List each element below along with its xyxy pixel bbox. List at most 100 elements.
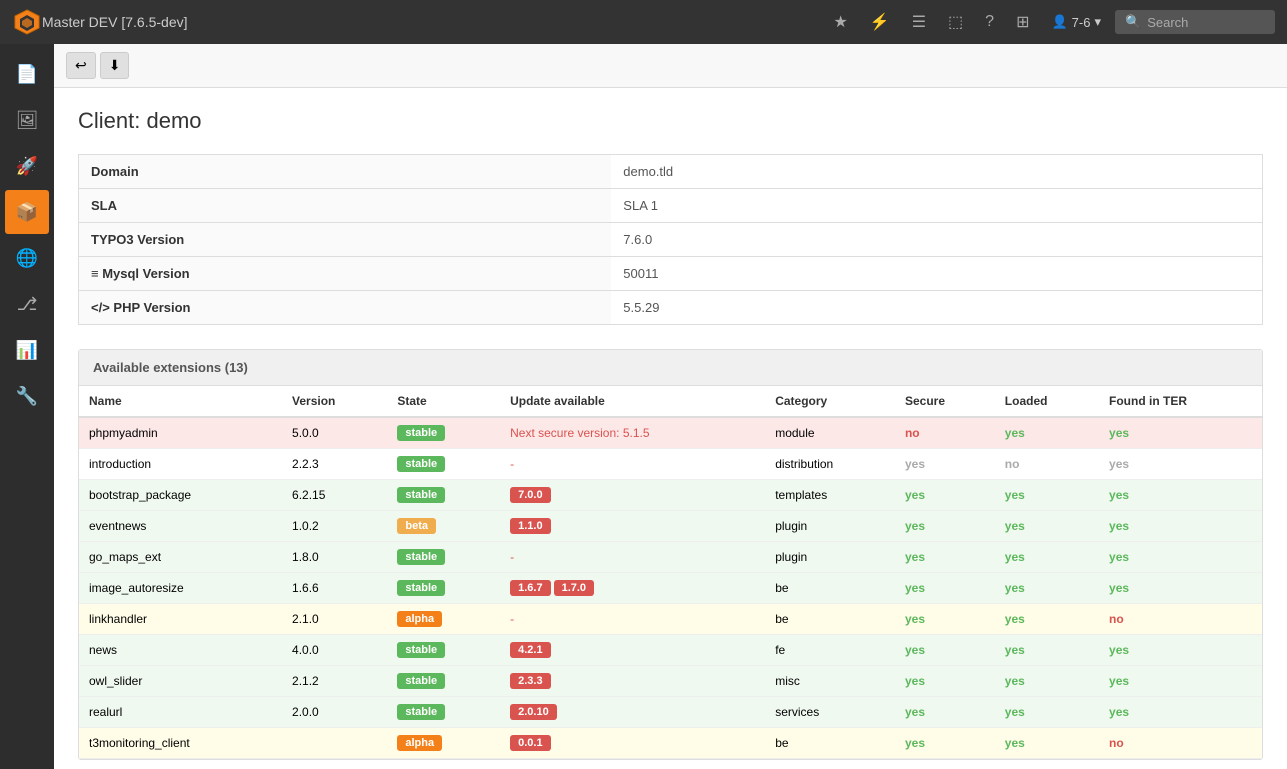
ext-category: templates	[765, 480, 895, 511]
state-badge: stable	[397, 642, 445, 658]
ext-name: image_autoresize	[79, 573, 282, 604]
download-button[interactable]: ⬇	[100, 52, 130, 79]
ext-table-header: Name Version State Update available Cate…	[79, 386, 1262, 417]
user-avatar-icon: 👤	[1051, 14, 1067, 30]
top-nav: Master DEV [7.6.5-dev] ★ ⚡ ☰ ⬚ ? ⊞ 👤 7-6…	[0, 0, 1287, 44]
search-box[interactable]: 🔍 Search	[1115, 10, 1275, 34]
sidebar-item-image[interactable]: 🖼	[5, 98, 49, 142]
search-icon: 🔍	[1125, 14, 1141, 30]
sidebar-item-doc[interactable]: 📄	[5, 52, 49, 96]
table-row: news4.0.0stable4.2.1feyesyesyes	[79, 635, 1262, 666]
table-row: t3monitoring_clientalpha0.0.1beyesyesno	[79, 728, 1262, 759]
version-badge: 1.6.7	[510, 580, 550, 596]
main-layout: 📄 🖼 🚀 📦 🌐 ⎇ 📊 🔧 ↩ ⬇ Client: demo	[0, 44, 1287, 769]
sidebar-item-git[interactable]: ⎇	[5, 282, 49, 326]
help-icon[interactable]: ?	[977, 9, 1002, 35]
ext-update: 1.6.71.7.0	[500, 573, 765, 604]
ext-state: stable	[387, 449, 500, 480]
col-state: State	[387, 386, 500, 417]
version-badge: 0.0.1	[510, 735, 550, 751]
col-secure: Secure	[895, 386, 995, 417]
ext-version	[282, 728, 387, 759]
state-badge: alpha	[397, 735, 442, 751]
ext-state: alpha	[387, 604, 500, 635]
sidebar-item-box[interactable]: 📦	[5, 190, 49, 234]
sidebar-item-tool[interactable]: 🔧	[5, 374, 49, 418]
tool-icon: 🔧	[16, 386, 38, 407]
table-row: eventnews1.0.2beta1.1.0pluginyesyesyes	[79, 511, 1262, 542]
page-title: Client: demo	[78, 108, 1263, 134]
info-row-mysql: ≡ Mysql Version 50011	[79, 257, 1263, 291]
col-name: Name	[79, 386, 282, 417]
ext-loaded: yes	[995, 542, 1099, 573]
update-label: Next secure version: 5.1.5	[510, 426, 649, 440]
ext-loaded: yes	[995, 511, 1099, 542]
ext-version: 2.2.3	[282, 449, 387, 480]
info-label-typo3: TYPO3 Version	[79, 223, 612, 257]
ext-found-in-ter: yes	[1099, 635, 1262, 666]
update-label: -	[510, 612, 514, 626]
ext-loaded: no	[995, 449, 1099, 480]
client-info-table: Domain demo.tld SLA SLA 1 TYPO3 Version …	[78, 154, 1263, 325]
search-placeholder: Search	[1147, 15, 1188, 30]
ext-category: be	[765, 728, 895, 759]
info-label-php: </> PHP Version	[79, 291, 612, 325]
box-icon: 📦	[16, 202, 38, 223]
db-icon: ≡	[91, 266, 99, 281]
sidebar-item-pulse[interactable]: 📊	[5, 328, 49, 372]
bolt-icon[interactable]: ⚡	[862, 8, 898, 36]
ext-name: linkhandler	[79, 604, 282, 635]
info-label-sla: SLA	[79, 189, 612, 223]
ext-version: 2.1.2	[282, 666, 387, 697]
ext-category: fe	[765, 635, 895, 666]
ext-secure: yes	[895, 666, 995, 697]
state-badge: alpha	[397, 611, 442, 627]
user-menu[interactable]: 👤 7-6 ▾	[1043, 10, 1109, 34]
ext-secure: no	[895, 417, 995, 449]
code-icon: </>	[91, 300, 110, 315]
toolbar: ↩ ⬇	[54, 44, 1287, 88]
ext-update: -	[500, 604, 765, 635]
git-icon: ⎇	[17, 294, 38, 315]
table-row: owl_slider2.1.2stable2.3.3miscyesyesyes	[79, 666, 1262, 697]
ext-category: module	[765, 417, 895, 449]
app-logo	[12, 7, 42, 37]
table-row: bootstrap_package6.2.15stable7.0.0templa…	[79, 480, 1262, 511]
ext-secure: yes	[895, 542, 995, 573]
ext-category: plugin	[765, 542, 895, 573]
sidebar-item-globe[interactable]: 🌐	[5, 236, 49, 280]
state-badge: stable	[397, 580, 445, 596]
ext-state: stable	[387, 480, 500, 511]
grid-icon[interactable]: ⊞	[1008, 8, 1037, 36]
ext-state: stable	[387, 417, 500, 449]
version-badge: 1.1.0	[510, 518, 550, 534]
back-button[interactable]: ↩	[66, 52, 96, 79]
version-badge: 2.0.10	[510, 704, 557, 720]
sidebar-item-rocket[interactable]: 🚀	[5, 144, 49, 188]
rocket-icon: 🚀	[16, 156, 38, 177]
page-content: Client: demo Domain demo.tld SLA SLA 1 T…	[54, 88, 1287, 769]
info-row-domain: Domain demo.tld	[79, 155, 1263, 189]
table-row: introduction2.2.3stable-distributionyesn…	[79, 449, 1262, 480]
ext-found-in-ter: yes	[1099, 417, 1262, 449]
ext-update: -	[500, 542, 765, 573]
ext-category: services	[765, 697, 895, 728]
list-icon[interactable]: ☰	[904, 8, 934, 36]
ext-state: stable	[387, 697, 500, 728]
ext-name: bootstrap_package	[79, 480, 282, 511]
ext-category: distribution	[765, 449, 895, 480]
ext-update: 4.2.1	[500, 635, 765, 666]
desktop-icon[interactable]: ⬚	[940, 8, 971, 36]
star-icon[interactable]: ★	[825, 8, 855, 36]
col-loaded: Loaded	[995, 386, 1099, 417]
ext-name: go_maps_ext	[79, 542, 282, 573]
ext-secure: yes	[895, 480, 995, 511]
ext-name: phpmyadmin	[79, 417, 282, 449]
ext-version: 4.0.0	[282, 635, 387, 666]
ext-loaded: yes	[995, 666, 1099, 697]
extensions-table: Name Version State Update available Cate…	[79, 386, 1262, 759]
doc-icon: 📄	[16, 64, 38, 85]
ext-version: 2.0.0	[282, 697, 387, 728]
ext-version: 2.1.0	[282, 604, 387, 635]
info-value-sla: SLA 1	[611, 189, 1262, 223]
